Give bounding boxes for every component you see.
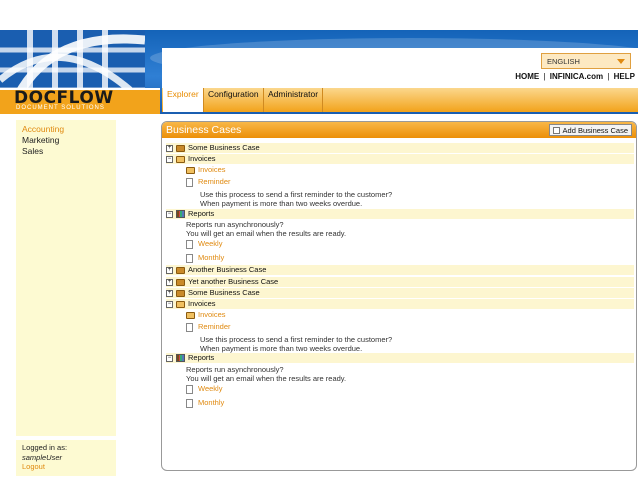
node-description: Reports run asynchronously? You will get…	[186, 220, 346, 238]
node-label: Reports	[188, 353, 215, 362]
login-box: Logged in as: sampleUser Logout	[16, 440, 116, 476]
tree-node[interactable]: − Reports	[166, 353, 634, 363]
sidebar-item-accounting[interactable]: Accounting	[22, 124, 110, 135]
collapse-icon[interactable]: −	[166, 354, 173, 362]
node-label: Reports	[188, 209, 215, 218]
language-select[interactable]: ENGLISH	[541, 53, 631, 69]
document-icon	[186, 398, 193, 408]
help-link[interactable]: HELP	[614, 72, 635, 81]
expand-icon[interactable]: +	[166, 289, 173, 297]
business-cases-panel: Business Cases Add Business Case + Some B…	[161, 121, 637, 471]
tab-explorer[interactable]: Explorer	[163, 88, 204, 112]
expand-icon[interactable]: +	[166, 144, 173, 152]
infinica-link[interactable]: INFINICA.com	[550, 72, 603, 81]
panel-header: Business Cases Add Business Case	[162, 122, 636, 138]
node-link[interactable]: Reminder	[198, 322, 231, 331]
node-link[interactable]: Monthly	[198, 398, 224, 407]
folder-open-icon	[186, 166, 195, 174]
logout-link[interactable]: Logout	[22, 462, 110, 472]
folder-open-icon	[186, 311, 195, 319]
tree-node[interactable]: + Another Business Case	[166, 265, 634, 275]
node-label: Invoices	[188, 154, 216, 163]
folder-icon	[176, 144, 185, 152]
panel-title: Business Cases	[166, 124, 242, 136]
node-description: Reports run asynchronously? You will get…	[186, 365, 346, 383]
language-value: ENGLISH	[547, 57, 580, 66]
chevron-down-icon	[617, 59, 625, 64]
description-line: Reports run asynchronously?	[186, 220, 284, 229]
login-label: Logged in as:	[22, 443, 68, 452]
node-label: Invoices	[188, 299, 216, 308]
tree-node[interactable]: + Some Business Case	[166, 288, 634, 298]
node-link[interactable]: Weekly	[198, 239, 222, 248]
add-icon	[552, 127, 560, 134]
description-line: When payment is more than two weeks over…	[200, 199, 363, 208]
login-username: sampleUser	[22, 452, 63, 462]
folder-open-icon	[176, 155, 185, 163]
collapse-icon[interactable]: −	[166, 300, 173, 308]
add-business-case-button[interactable]: Add Business Case	[548, 124, 632, 136]
link-separator: |	[543, 72, 546, 81]
node-link[interactable]: Invoices	[198, 165, 226, 174]
link-separator: |	[607, 72, 610, 81]
node-label: Some Business Case	[188, 143, 260, 152]
folder-open-icon	[176, 300, 185, 308]
tree-node[interactable]: Weekly	[186, 384, 222, 394]
document-icon	[186, 384, 193, 394]
node-link[interactable]: Invoices	[198, 310, 226, 319]
node-label: Another Business Case	[188, 265, 267, 274]
description-line: When payment is more than two weeks over…	[200, 344, 363, 353]
home-link[interactable]: HOME	[515, 72, 539, 81]
node-label: Some Business Case	[188, 288, 260, 297]
document-icon	[186, 239, 193, 249]
reports-icon	[176, 210, 185, 219]
tree-node[interactable]: Reminder	[186, 177, 231, 187]
reports-icon	[176, 354, 185, 363]
tree-node[interactable]: + Yet another Business Case	[166, 277, 634, 287]
description-line: Reports run asynchronously?	[186, 365, 284, 374]
node-link[interactable]: Weekly	[198, 384, 222, 393]
node-label: Yet another Business Case	[188, 277, 279, 286]
add-button-label: Add Business Case	[562, 126, 628, 135]
folder-icon	[176, 266, 185, 274]
tree-node[interactable]: Monthly	[186, 398, 224, 408]
tree-node[interactable]: Weekly	[186, 239, 222, 249]
document-icon	[186, 253, 193, 263]
tree-node[interactable]: Invoices	[186, 310, 226, 320]
tree-node[interactable]: + Some Business Case	[166, 143, 634, 153]
folder-icon	[176, 278, 185, 286]
top-links: HOME | INFINICA.com | HELP	[500, 72, 635, 81]
folder-icon	[176, 289, 185, 297]
collapse-icon[interactable]: −	[166, 210, 173, 218]
tree-node[interactable]: Invoices	[186, 165, 226, 175]
node-link[interactable]: Monthly	[198, 253, 224, 262]
document-icon	[186, 322, 193, 332]
tree-node[interactable]: Monthly	[186, 253, 224, 263]
sidebar-item-sales[interactable]: Sales	[22, 146, 110, 157]
document-icon	[186, 177, 193, 187]
tree-node[interactable]: − Invoices	[166, 299, 634, 309]
expand-icon[interactable]: +	[166, 266, 173, 274]
brand-tagline: DOCUMENT SOLUTIONS	[16, 105, 105, 111]
sidebar-item-marketing[interactable]: Marketing	[22, 135, 110, 146]
description-line: You will get an email when the results a…	[186, 229, 347, 238]
tree-node[interactable]: Reminder	[186, 322, 231, 332]
expand-icon[interactable]: +	[166, 278, 173, 286]
tree-node[interactable]: − Invoices	[166, 154, 634, 164]
description-line: Use this process to send a first reminde…	[200, 190, 393, 199]
tab-administrator[interactable]: Administrator	[264, 88, 323, 112]
node-description: Use this process to send a first reminde…	[200, 335, 392, 353]
node-description: Use this process to send a first reminde…	[200, 190, 392, 208]
description-line: You will get an email when the results a…	[186, 374, 347, 383]
sidebar: Accounting Marketing Sales	[16, 120, 116, 436]
node-link[interactable]: Reminder	[198, 177, 231, 186]
collapse-icon[interactable]: −	[166, 155, 173, 163]
tree-node[interactable]: − Reports	[166, 209, 634, 219]
tab-configuration[interactable]: Configuration	[204, 88, 264, 112]
description-line: Use this process to send a first reminde…	[200, 335, 393, 344]
